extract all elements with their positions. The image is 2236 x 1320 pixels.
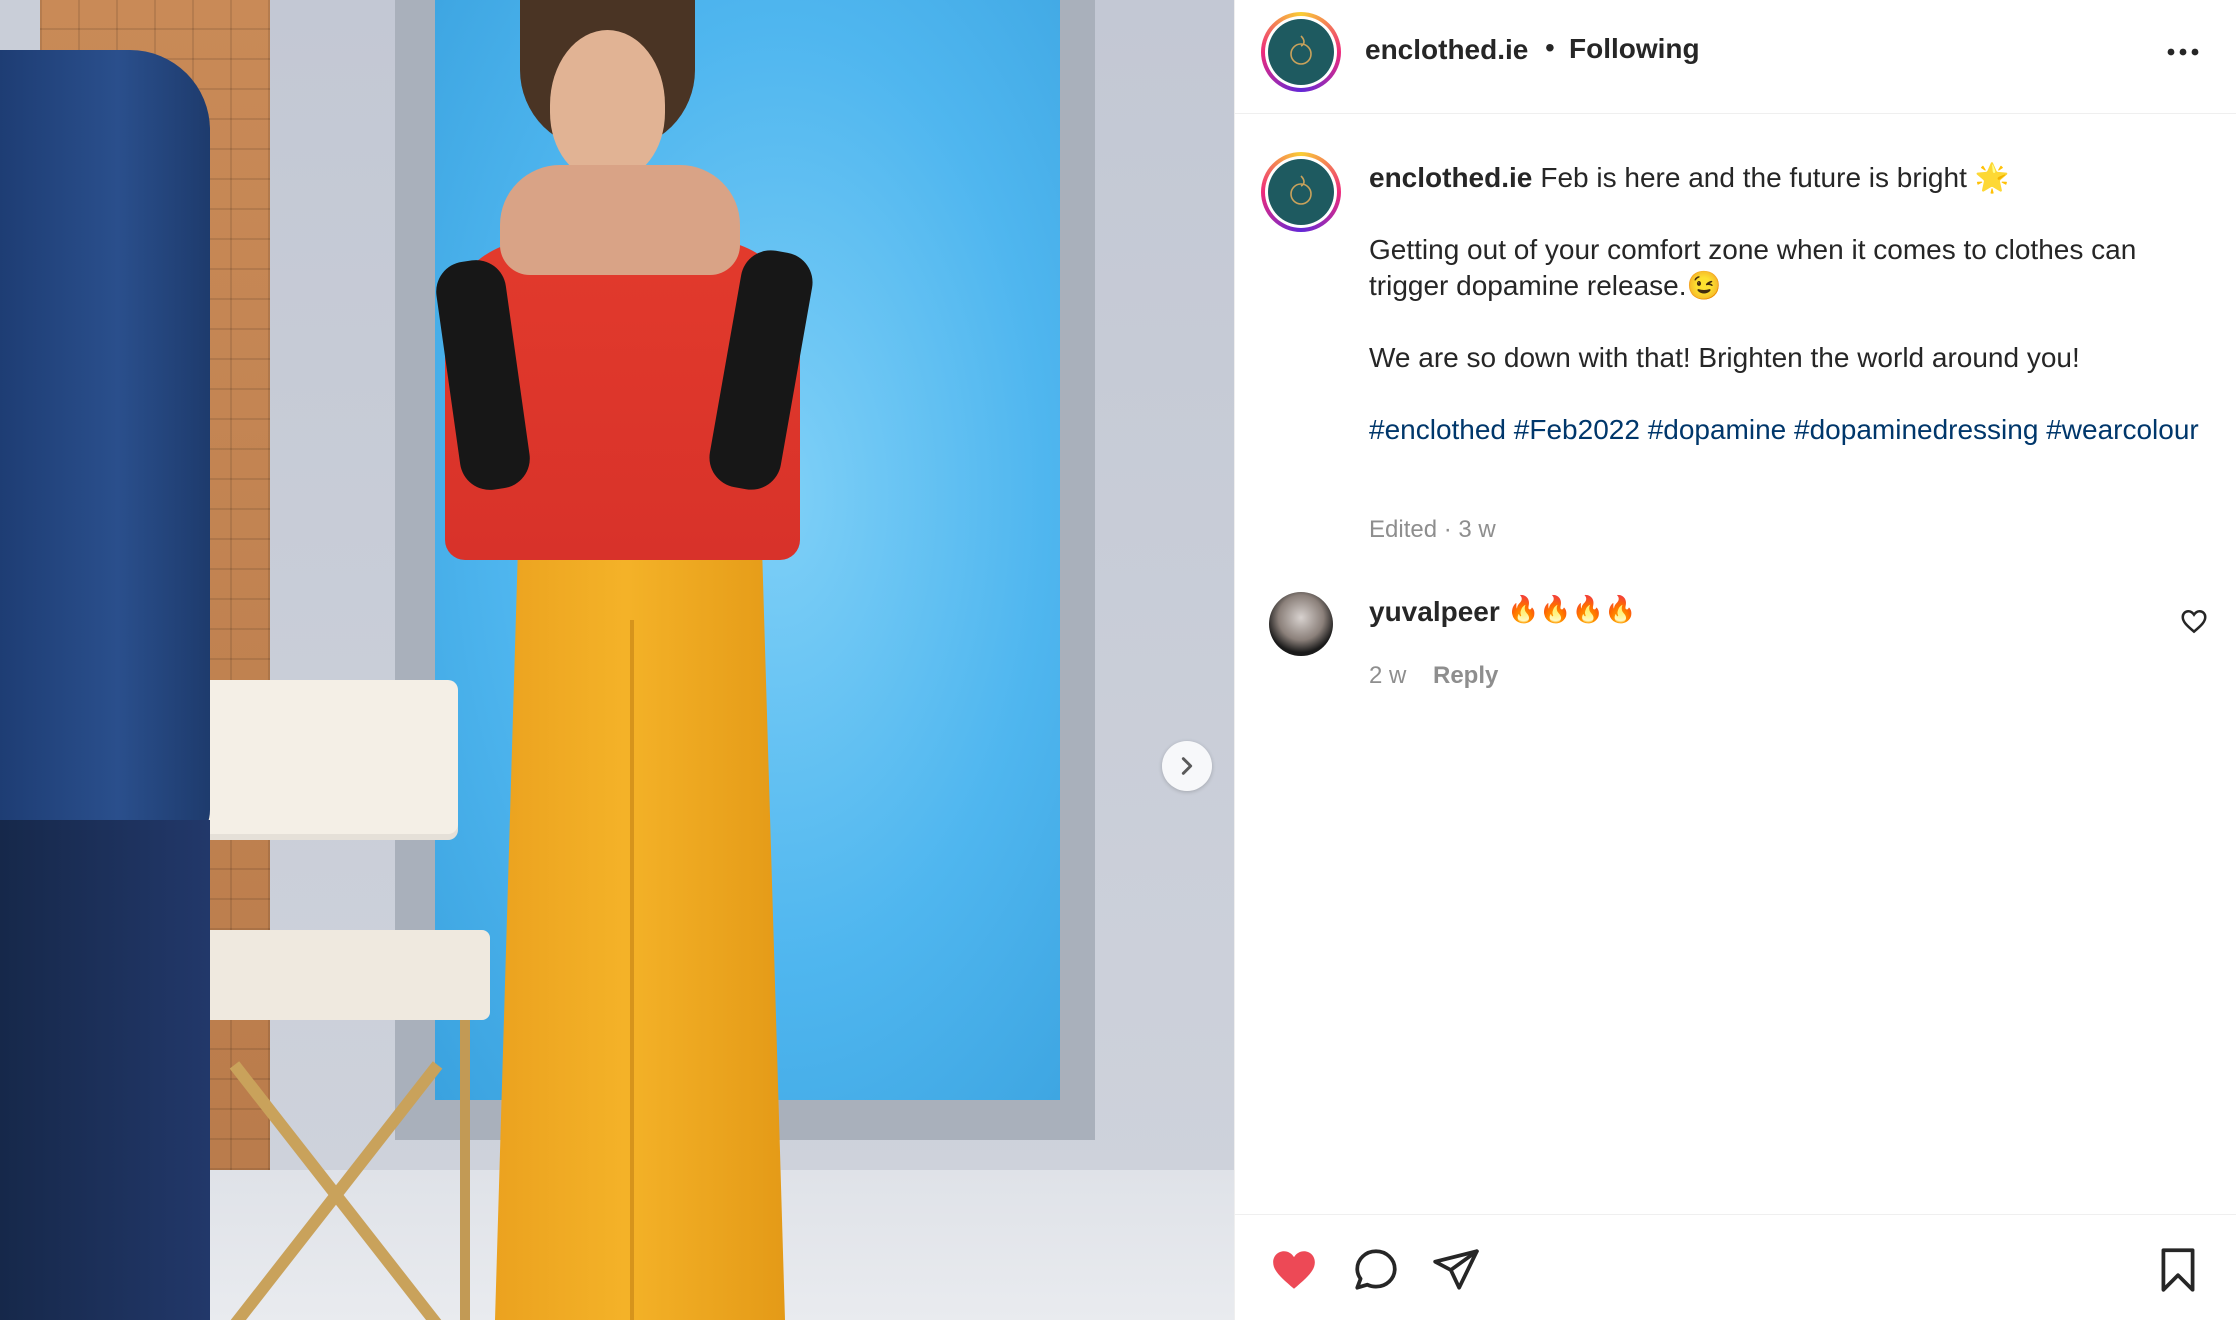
caption-text: Feb is here and the future is bright 🌟 bbox=[1540, 162, 2010, 193]
chevron-right-icon bbox=[1181, 757, 1193, 775]
caption-timestamp: Edited · 3 w bbox=[1369, 516, 1496, 543]
photo-face bbox=[550, 30, 665, 180]
next-photo-button[interactable] bbox=[1162, 741, 1212, 791]
author-avatar[interactable] bbox=[1261, 12, 1341, 92]
instagram-post-modal: enclothed.ie • Following enclothed.ie Fe… bbox=[0, 0, 2236, 1320]
more-dots-icon bbox=[2167, 48, 2199, 56]
author-username[interactable]: enclothed.ie bbox=[1365, 34, 1528, 66]
paper-plane-icon[interactable] bbox=[1431, 1245, 1481, 1295]
photo-yellow-trousers bbox=[495, 540, 785, 1320]
caption-first-line: enclothed.ie Feb is here and the future i… bbox=[1369, 160, 2199, 196]
photo-man-jacket bbox=[0, 50, 210, 850]
post-action-bar bbox=[1235, 1214, 2236, 1320]
following-button[interactable]: Following bbox=[1569, 33, 1700, 65]
hashtag-link[interactable]: #dopamine bbox=[1648, 414, 1787, 445]
caption-author-avatar[interactable] bbox=[1261, 152, 1341, 232]
comment-like-heart-icon[interactable] bbox=[2179, 606, 2209, 636]
brand-logo-icon bbox=[1268, 159, 1334, 225]
hashtag-link[interactable]: #Feb2022 bbox=[1514, 414, 1640, 445]
caption-username[interactable]: enclothed.ie bbox=[1369, 162, 1532, 193]
hashtag-link[interactable]: #dopaminedressing bbox=[1794, 414, 2038, 445]
photo-hands bbox=[500, 165, 740, 275]
comment-bubble-icon[interactable] bbox=[1351, 1245, 1401, 1295]
photo-chair-back bbox=[168, 680, 458, 840]
bookmark-icon[interactable] bbox=[2153, 1245, 2203, 1295]
hashtag-link[interactable]: #wearcolour bbox=[2046, 414, 2199, 445]
post-header: enclothed.ie • Following bbox=[1235, 0, 2236, 114]
comment-timestamp: 2 w bbox=[1369, 662, 1407, 689]
header-separator: • bbox=[1545, 32, 1555, 63]
hashtag-link[interactable]: #enclothed bbox=[1369, 414, 1506, 445]
photo-chair-seat bbox=[170, 930, 490, 1020]
post-photo bbox=[0, 0, 1234, 1320]
caption-hashtags: #enclothed #Feb2022 #dopamine #dopamined… bbox=[1369, 412, 2199, 448]
caption-text: We are so down with that! Brighten the w… bbox=[1369, 342, 2080, 373]
photo-man-trousers bbox=[0, 820, 210, 1320]
commenter-username[interactable]: yuvalpeer bbox=[1369, 596, 1500, 628]
post-side-panel: enclothed.ie • Following enclothed.ie Fe… bbox=[1234, 0, 2236, 1320]
caption-text: Getting out of your comfort zone when it… bbox=[1369, 234, 2137, 301]
reply-button[interactable]: Reply bbox=[1433, 662, 1498, 690]
more-options-button[interactable] bbox=[2159, 32, 2207, 72]
heart-filled-icon[interactable] bbox=[1269, 1245, 1319, 1295]
comment-text: 🔥🔥🔥🔥 bbox=[1507, 594, 1637, 624]
brand-logo-icon bbox=[1268, 19, 1334, 85]
commenter-avatar[interactable] bbox=[1269, 592, 1333, 656]
post-caption: enclothed.ie Feb is here and the future i… bbox=[1369, 160, 2199, 484]
photo-trouser-seam bbox=[630, 620, 634, 1320]
